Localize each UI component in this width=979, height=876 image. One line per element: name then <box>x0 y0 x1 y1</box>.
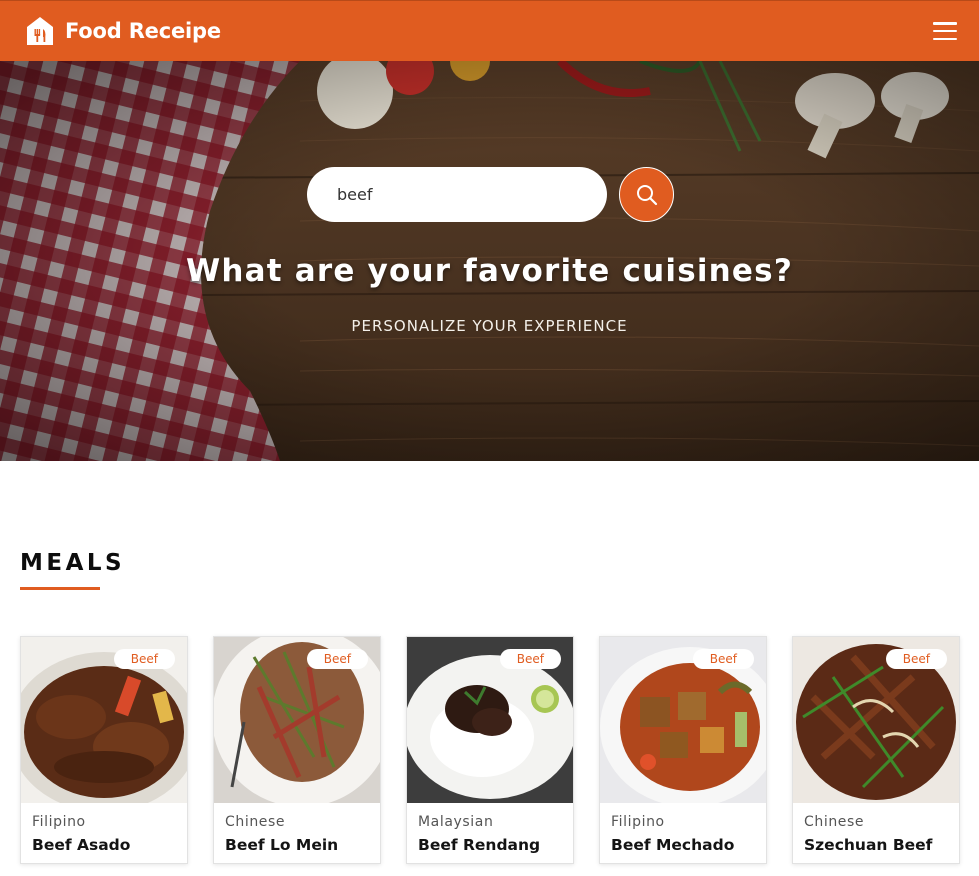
brand-link[interactable]: Food Receipe <box>26 16 221 46</box>
meals-heading: MEALS <box>20 550 126 576</box>
meal-name: Beef Mechado <box>611 836 735 854</box>
meal-cards: Beef Filipino Beef Asado Beef Chinese Be… <box>20 636 960 864</box>
meal-area: Filipino <box>32 814 86 830</box>
meal-image: Beef <box>407 637 573 803</box>
category-tag: Beef <box>692 649 754 669</box>
meal-image: Beef <box>793 637 959 803</box>
category-tag: Beef <box>499 649 561 669</box>
meal-image: Beef <box>21 637 187 803</box>
meal-image: Beef <box>214 637 380 803</box>
hamburger-menu-icon[interactable] <box>933 22 957 40</box>
meal-card[interactable]: Beef Chinese Szechuan Beef <box>792 636 960 864</box>
search-input[interactable] <box>307 167 607 222</box>
meal-card[interactable]: Beef Filipino Beef Mechado <box>599 636 767 864</box>
category-tag: Beef <box>113 649 175 669</box>
hero-banner: What are your favorite cuisines? PERSONA… <box>0 61 979 461</box>
meal-area: Chinese <box>804 814 865 830</box>
meal-area: Filipino <box>611 814 665 830</box>
meal-image: Beef <box>600 637 766 803</box>
meal-card[interactable]: Beef Malaysian Beef Rendang <box>406 636 574 864</box>
meal-area: Malaysian <box>418 814 494 830</box>
search-button[interactable] <box>619 167 674 222</box>
category-tag: Beef <box>306 649 368 669</box>
meal-card[interactable]: Beef Filipino Beef Asado <box>20 636 188 864</box>
brand-name: Food Receipe <box>65 19 221 43</box>
navbar: Food Receipe <box>0 0 979 61</box>
meal-card[interactable]: Beef Chinese Beef Lo Mein <box>213 636 381 864</box>
hero-subtitle: PERSONALIZE YOUR EXPERIENCE <box>351 317 628 335</box>
category-tag: Beef <box>885 649 947 669</box>
meal-name: Beef Asado <box>32 836 131 854</box>
meal-name: Beef Rendang <box>418 836 541 854</box>
meal-area: Chinese <box>225 814 286 830</box>
magnifier-icon <box>636 184 657 205</box>
meal-name: Szechuan Beef <box>804 836 933 854</box>
hero-title: What are your favorite cuisines? <box>185 253 793 289</box>
heading-underline <box>20 587 100 590</box>
search-bar <box>307 167 674 222</box>
house-fork-knife-icon <box>27 17 53 45</box>
meal-name: Beef Lo Mein <box>225 836 339 854</box>
